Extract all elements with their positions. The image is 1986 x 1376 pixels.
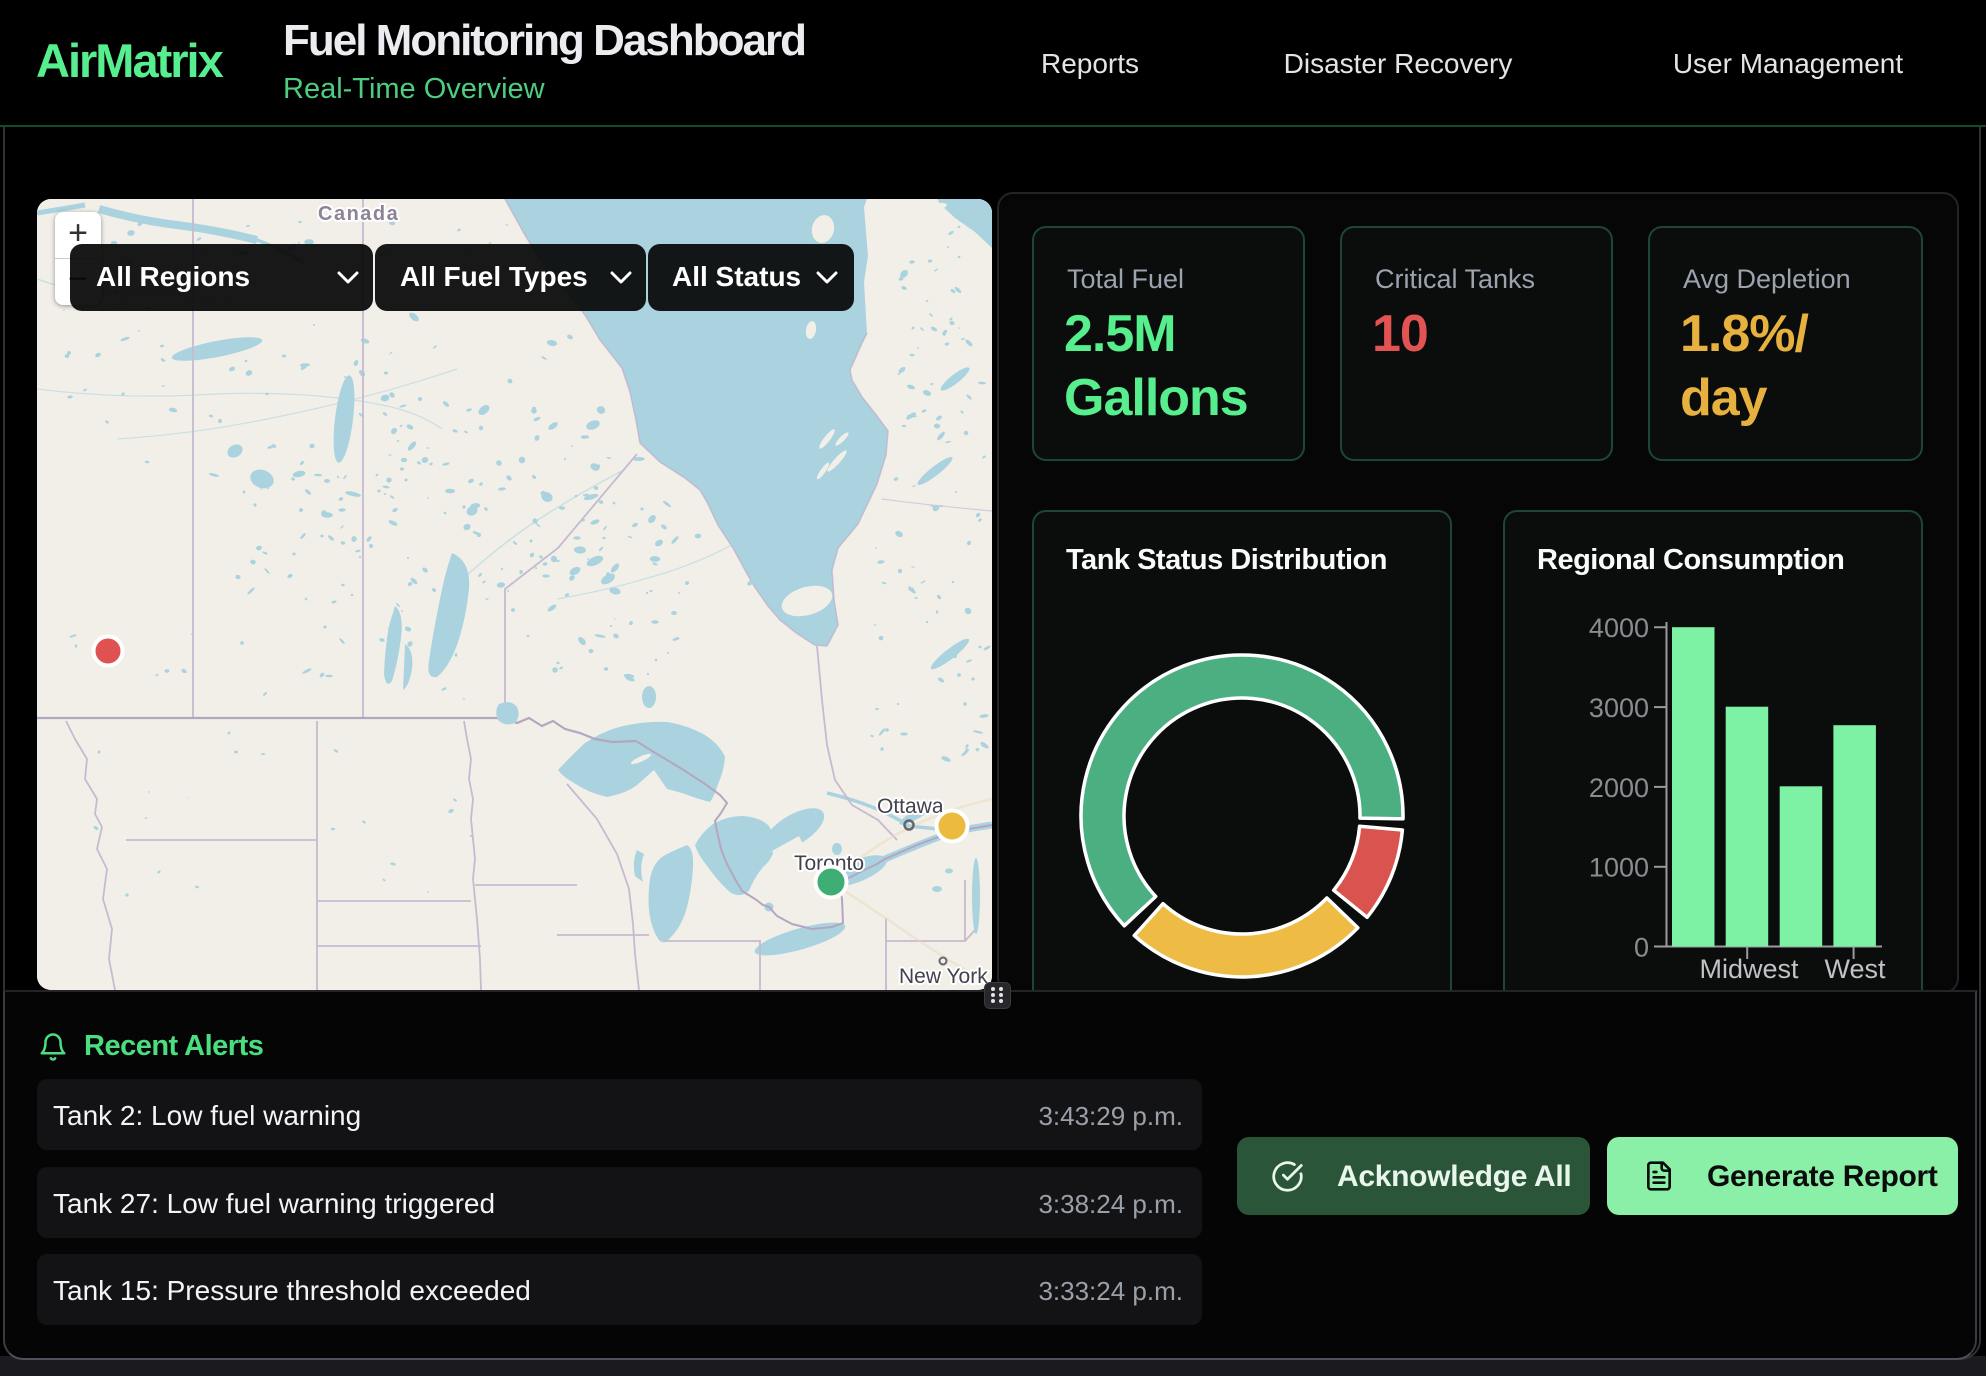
svg-text:1000: 1000 bbox=[1589, 853, 1649, 883]
svg-text:0: 0 bbox=[1634, 933, 1649, 963]
svg-text:3000: 3000 bbox=[1589, 693, 1649, 723]
svg-text:Canada: Canada bbox=[318, 203, 399, 225]
svg-text:New York: New York bbox=[899, 965, 988, 988]
svg-text:4000: 4000 bbox=[1589, 613, 1649, 643]
svg-text:West: West bbox=[1824, 954, 1886, 984]
svg-text:Midwest: Midwest bbox=[1699, 954, 1799, 984]
svg-text:2000: 2000 bbox=[1589, 773, 1649, 803]
svg-text:Ottawa: Ottawa bbox=[877, 795, 944, 818]
